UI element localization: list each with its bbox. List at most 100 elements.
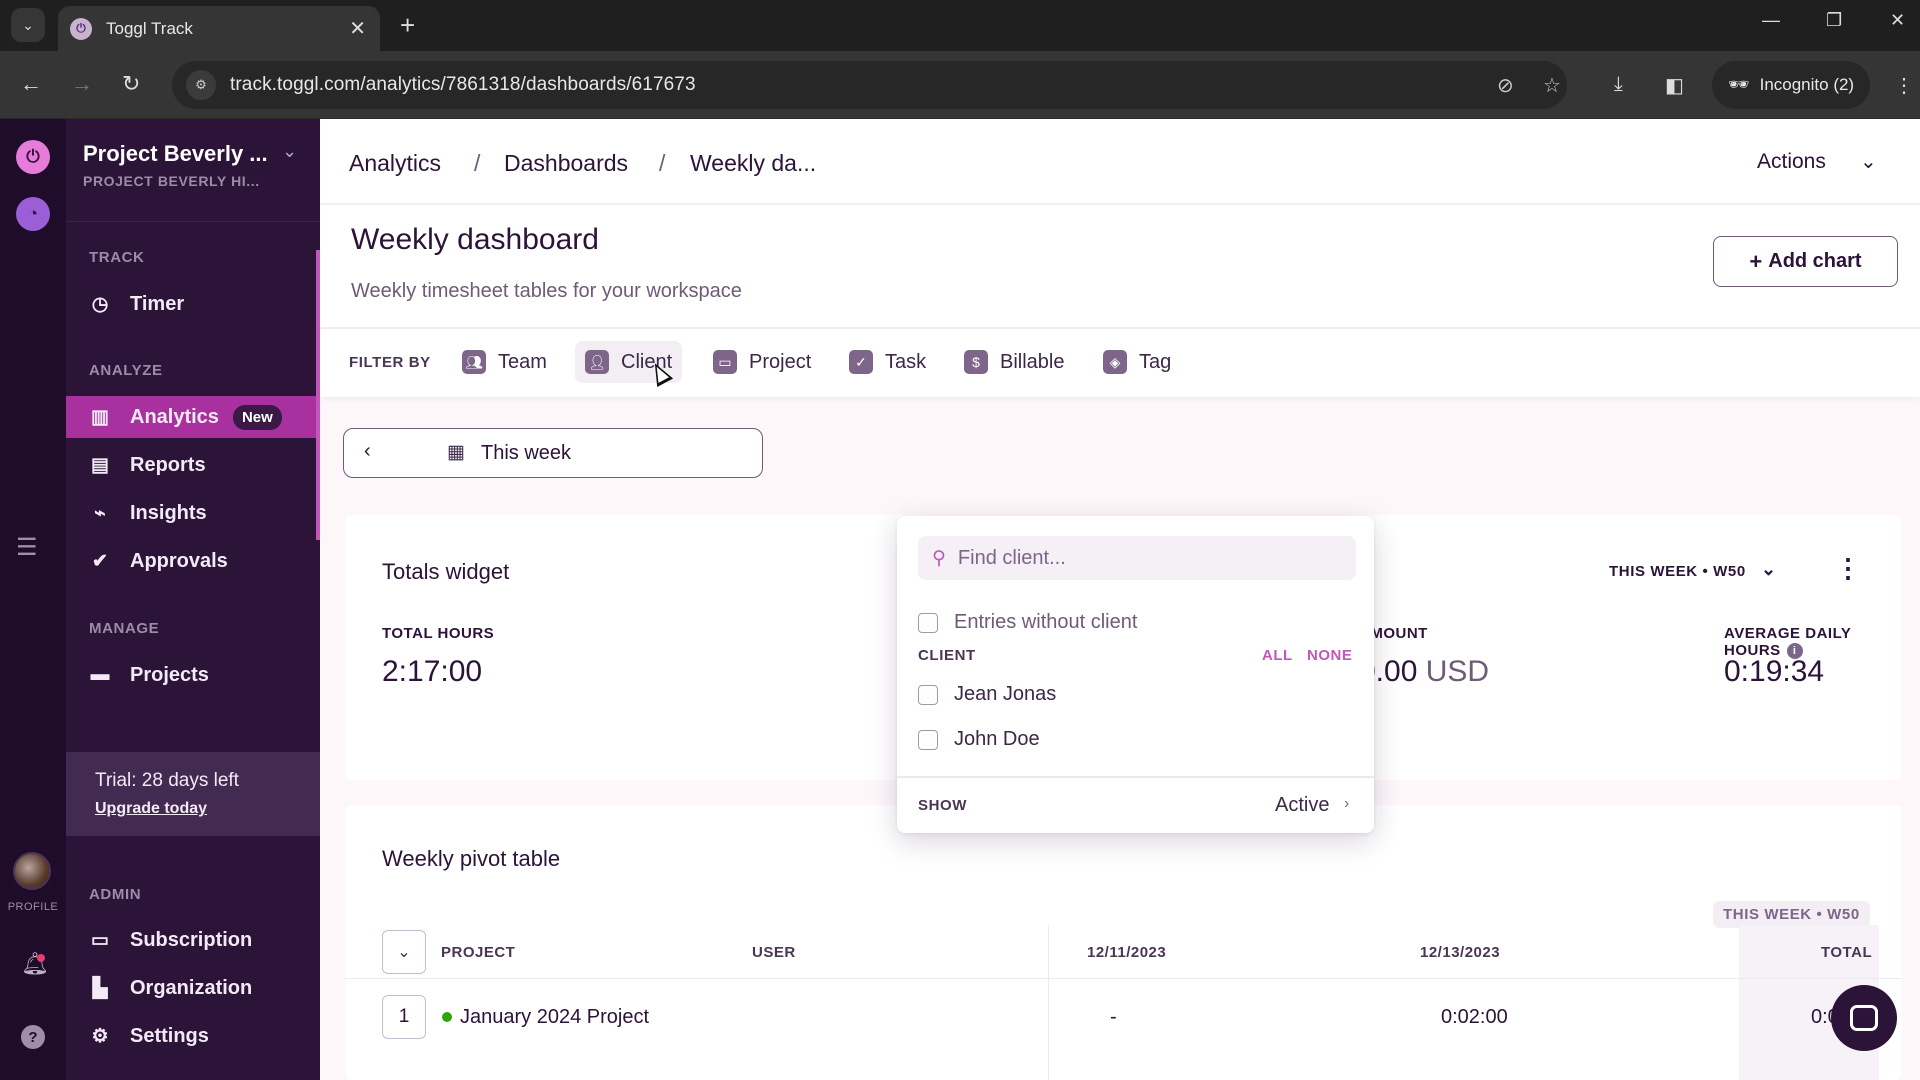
page-title: Weekly dashboard [351,223,599,256]
url-text[interactable]: track.toggl.com/analytics/7861318/dashbo… [230,74,696,96]
sidebar-item-approvals[interactable]: ✔ Approvals [66,540,320,582]
filter-label: Project [749,350,812,373]
eye-off-icon[interactable]: ⊘ [1497,73,1514,98]
filter-tag[interactable]: ◈ Tag [1093,341,1181,383]
row-index[interactable]: 1 [382,995,426,1039]
filter-project[interactable]: ▭ Project [703,341,821,383]
breadcrumb-dashboards[interactable]: Dashboards [504,150,628,177]
sidebar-item-subscription[interactable]: ▭ Subscription [66,919,320,961]
breadcrumb-separator: / [474,150,481,176]
collapse-sidebar-icon[interactable]: ☰ [16,533,38,562]
date-range-label[interactable]: This week [481,442,571,465]
column-header-project[interactable]: PROJECT [441,944,515,961]
checkbox[interactable] [918,729,938,750]
profile-avatar[interactable] [13,852,51,890]
total-hours-label: TOTAL HOURS [382,625,495,642]
minimize-icon[interactable]: — [1762,10,1780,31]
filter-task[interactable]: ✓ Task [839,341,936,383]
forward-icon[interactable]: → [71,71,93,97]
check-circle-icon: ✔ [92,550,108,572]
restore-icon[interactable]: ❐ [1826,10,1842,31]
sidebar-item-settings[interactable]: ⚙ Settings [66,1015,320,1057]
sidebar-item-organization[interactable]: ▙ Organization [66,967,320,1009]
close-window-icon[interactable]: ✕ [1890,10,1905,31]
notification-bell-icon[interactable]: 🔔︎ [21,951,49,977]
new-tab-button[interactable]: + [400,10,415,41]
back-icon[interactable]: ← [20,71,42,97]
amount-value: 0.00 USD [1359,655,1489,689]
expand-all-button[interactable]: ⌄ [382,930,426,974]
filter-label: Task [885,350,927,373]
actions-button[interactable]: Actions [1757,150,1826,174]
sidebar-item-label: Organization [130,976,253,999]
table-header: ⌄ PROJECT USER 12/11/2023 12/13/2023 TOT… [345,925,1902,979]
show-label: SHOW [918,797,968,814]
dollar-icon: $ [964,350,988,374]
sidebar-item-reports[interactable]: ▤ Reports [66,444,320,486]
trial-text: Trial: 28 days left [95,770,239,791]
add-chart-button[interactable]: + Add chart [1713,236,1898,287]
client-filter-dropdown: ⚲ Entries without client CLIENT ALL NONE… [897,516,1374,833]
tab-search-button[interactable]: ⌄ [11,8,45,42]
close-tab-icon[interactable]: ✕ [349,16,366,41]
breadcrumb-analytics[interactable]: Analytics [349,150,441,177]
browser-menu-icon[interactable]: ⋮ [1894,73,1914,98]
select-all-link[interactable]: ALL [1262,647,1293,664]
trial-banner: Trial: 28 days left Upgrade today [66,752,320,836]
sidebar-item-label: Projects [130,663,209,686]
sidebar-item-timer[interactable]: ◷ Timer [66,283,320,325]
sidebar-item-analytics[interactable]: ▥ Analytics New [66,396,320,438]
pulse-icon: ⌁ [94,502,106,524]
chevron-right-icon[interactable]: › [1344,795,1349,813]
report-icon: ▤ [91,454,109,476]
client-option[interactable]: Jean Jonas [918,683,1056,706]
sidebar-item-label: Timer [130,292,185,315]
client-search-input[interactable] [957,546,1338,570]
help-icon[interactable]: ? [21,1025,45,1049]
workspace-name[interactable]: Project Beverly ... [83,141,268,167]
entries-without-client-option[interactable]: Entries without client [918,611,1137,634]
column-header-date[interactable]: 12/13/2023 [1420,944,1500,961]
chevron-left-icon[interactable]: ‹ [364,440,371,463]
section-label-admin: ADMIN [89,886,142,903]
browser-tab[interactable]: ⏻ Toggl Track ✕ [58,6,380,51]
more-options-icon[interactable]: ⋮ [1835,553,1861,584]
chat-support-button[interactable] [1831,985,1897,1051]
chevron-down-icon[interactable]: ⌄ [1860,149,1877,174]
bookmark-star-icon[interactable]: ☆ [1543,73,1561,98]
chat-icon [1850,1005,1878,1031]
url-bar[interactable]: ⚙ track.toggl.com/analytics/7861318/dash… [172,61,1567,109]
checkbox[interactable] [918,684,938,705]
select-none-link[interactable]: NONE [1307,647,1352,664]
incognito-indicator[interactable]: 🕶 Incognito (2) [1712,61,1871,109]
team-icon: 👥︎ [462,350,486,374]
total-hours-value: 2:17:00 [382,655,483,688]
reload-icon[interactable]: ↻ [122,71,140,97]
side-panel-icon[interactable]: ◧ [1665,73,1684,98]
client-search-field[interactable]: ⚲ [918,536,1356,580]
column-header-total[interactable]: TOTAL [1821,944,1872,961]
client-name: Jean Jonas [954,683,1057,705]
workspace-chevron-icon[interactable]: ⌄ [282,141,297,162]
section-label-manage: MANAGE [89,620,160,637]
client-option[interactable]: John Doe [918,728,1040,751]
widget-title: Totals widget [382,559,510,584]
filter-billable[interactable]: $ Billable [954,341,1074,383]
filter-team[interactable]: 👥︎ Team [452,341,557,383]
add-chart-label: Add chart [1768,250,1862,272]
upgrade-link[interactable]: Upgrade today [95,800,320,818]
track-app-icon[interactable]: ⏻ [16,140,50,174]
sidebar-item-insights[interactable]: ⌁ Insights [66,492,320,534]
chevron-down-icon[interactable]: ⌄ [1761,559,1777,580]
download-icon[interactable]: ⤓ [1614,73,1623,96]
column-header-user[interactable]: USER [752,944,796,961]
plan-app-icon[interactable]: ◔ [16,197,50,231]
column-header-date[interactable]: 12/11/2023 [1087,944,1166,961]
sidebar-item-projects[interactable]: ▬ Projects [66,654,320,696]
show-status-select[interactable]: Active [1275,794,1329,817]
site-info-icon[interactable]: ⚙ [186,70,216,100]
period-selector[interactable]: THIS WEEK • W50 [1609,563,1746,580]
app-rail: ⏻ ◔ ☰ PROFILE 🔔︎ ? [0,119,66,1080]
date-range-picker[interactable]: ‹ ▦ This week [343,428,763,478]
checkbox[interactable] [918,612,938,633]
